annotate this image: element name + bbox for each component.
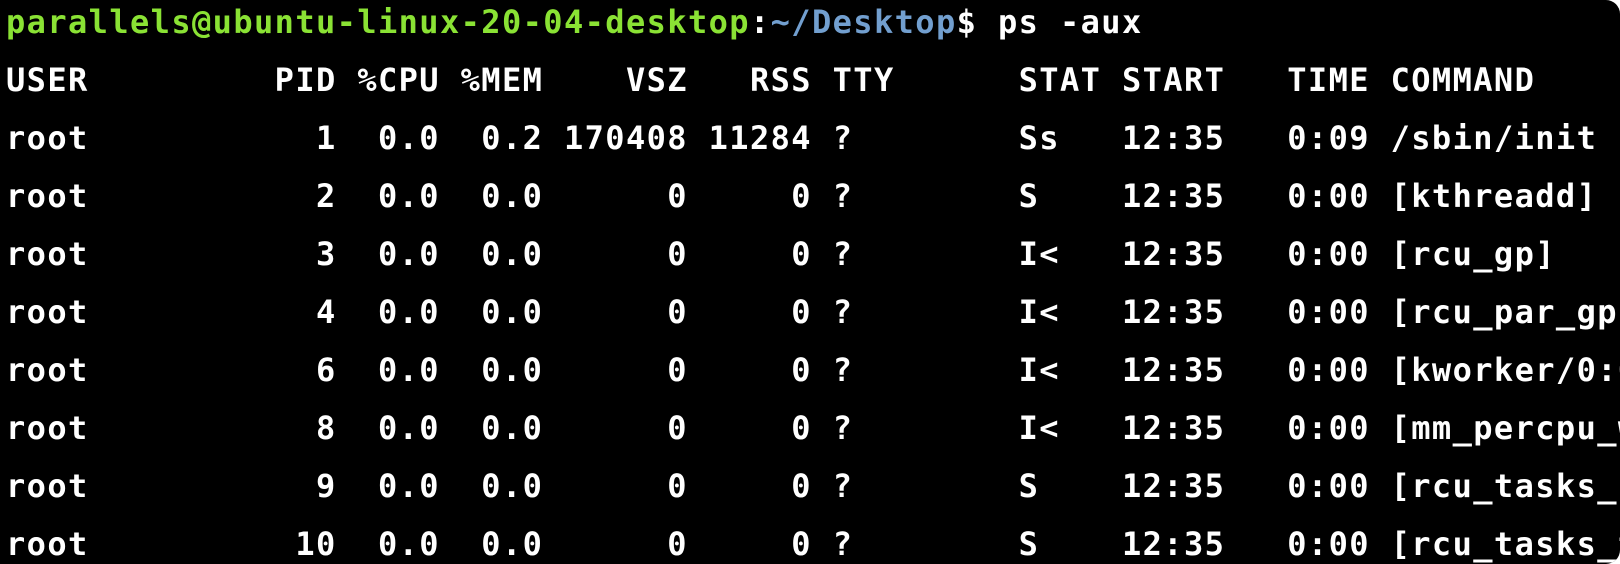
- terminal-window[interactable]: parallels@ubuntu-linux-20-04-desktop:~/D…: [0, 0, 1620, 564]
- prompt-path: ~/Desktop: [770, 3, 957, 41]
- ps-header-row: USER PID %CPU %MEM VSZ RSS TTY STAT STAR…: [6, 61, 1536, 99]
- ps-process-row: root 10 0.0 0.0 0 0 ? S 12:35 0:00 [rcu_…: [6, 525, 1620, 563]
- ps-process-row: root 8 0.0 0.0 0 0 ? I< 12:35 0:00 [mm_p…: [6, 409, 1620, 447]
- prompt-line: parallels@ubuntu-linux-20-04-desktop:~/D…: [6, 0, 1143, 52]
- prompt-colon: :: [749, 3, 771, 41]
- ps-process-row: root 1 0.0 0.2 170408 11284 ? Ss 12:35 0…: [6, 119, 1598, 157]
- ps-process-row: root 6 0.0 0.0 0 0 ? I< 12:35 0:00 [kwor…: [6, 351, 1620, 389]
- prompt-command: ps -aux: [997, 3, 1143, 41]
- ps-process-row: root 3 0.0 0.0 0 0 ? I< 12:35 0:00 [rcu_…: [6, 235, 1556, 273]
- prompt-user-host: parallels@ubuntu-linux-20-04-desktop: [6, 3, 750, 41]
- ps-process-row: root 2 0.0 0.0 0 0 ? S 12:35 0:00 [kthre…: [6, 177, 1598, 215]
- ps-process-row: root 9 0.0 0.0 0 0 ? S 12:35 0:00 [rcu_t…: [6, 467, 1620, 505]
- ps-process-row: root 4 0.0 0.0 0 0 ? I< 12:35 0:00 [rcu_…: [6, 293, 1620, 331]
- prompt-dollar: $: [956, 3, 998, 41]
